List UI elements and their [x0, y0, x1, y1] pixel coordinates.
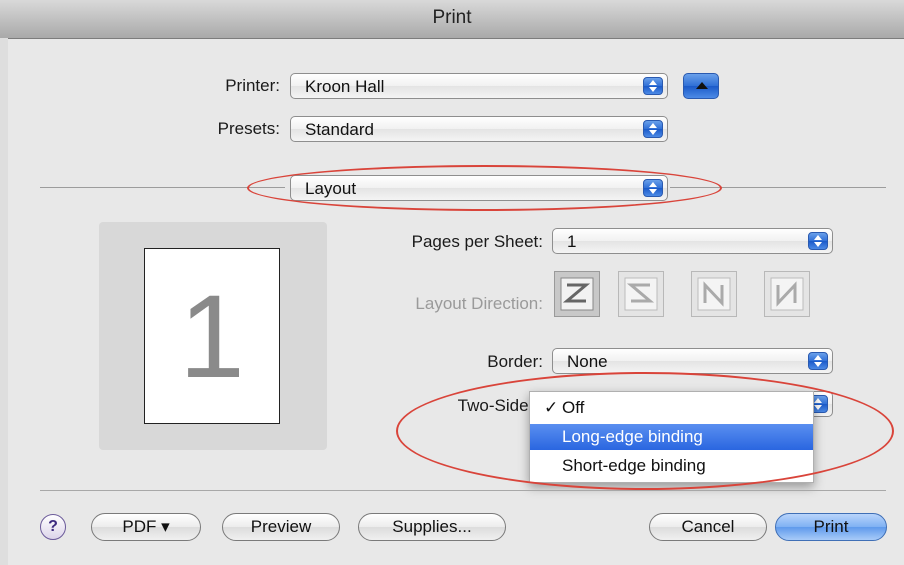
layout-direction-label: Layout Direction: — [415, 294, 543, 313]
printer-popup[interactable]: Kroon Hall — [290, 73, 668, 99]
section-value: Layout — [305, 179, 357, 198]
preview-button[interactable]: Preview — [222, 513, 340, 541]
menu-item-long-edge[interactable]: Long-edge binding — [530, 424, 813, 450]
pages-per-sheet-popup[interactable]: 1 — [552, 228, 833, 254]
supplies-button[interactable]: Supplies... — [358, 513, 506, 541]
menu-item-label: Long-edge binding — [562, 427, 703, 446]
printer-value: Kroon Hall — [305, 77, 385, 96]
layout-direction-n-button[interactable] — [691, 271, 737, 317]
presets-value: Standard — [305, 120, 374, 139]
presets-popup[interactable]: Standard — [290, 116, 668, 142]
separator-left — [40, 187, 285, 188]
popup-arrows-icon — [808, 232, 828, 250]
separator-right — [670, 187, 886, 188]
page-preview: 1 — [144, 248, 280, 424]
layout-direction-z-button[interactable] — [554, 271, 600, 317]
popup-arrows-icon — [643, 120, 663, 138]
print-button[interactable]: Print — [775, 513, 887, 541]
two-sided-menu: ✓ Off Long-edge binding Short-edge bindi… — [529, 391, 814, 483]
menu-item-label: Short-edge binding — [562, 456, 706, 475]
menu-item-short-edge[interactable]: Short-edge binding — [530, 453, 813, 479]
section-popup[interactable]: Layout — [290, 175, 668, 201]
layout-z-icon — [560, 277, 594, 311]
popup-arrows-icon — [643, 179, 663, 197]
layout-direction-reverse-n-button[interactable] — [764, 271, 810, 317]
title-bar: Print — [0, 0, 904, 39]
presets-label: Presets: — [217, 119, 280, 138]
two-sided-label: Two-Sided — [457, 396, 538, 415]
border-label: Border: — [487, 352, 543, 371]
layout-n-icon — [697, 277, 731, 311]
layout-reverse-z-icon — [624, 277, 658, 311]
checkmark-icon: ✓ — [544, 398, 559, 417]
printer-label: Printer: — [225, 76, 280, 95]
pages-per-sheet-label: Pages per Sheet: — [411, 232, 543, 251]
menu-item-label: Off — [562, 398, 585, 417]
border-value: None — [567, 352, 608, 371]
border-popup[interactable]: None — [552, 348, 833, 374]
cancel-button[interactable]: Cancel — [649, 513, 767, 541]
pdf-button[interactable]: PDF ▾ — [91, 513, 201, 541]
popup-arrows-icon — [643, 77, 663, 95]
layout-reverse-n-icon — [770, 277, 804, 311]
collapse-details-button[interactable] — [683, 73, 719, 99]
window-edge — [0, 38, 8, 565]
pages-per-sheet-value: 1 — [567, 232, 577, 251]
menu-item-off[interactable]: ✓ Off — [530, 395, 813, 421]
bottom-separator — [40, 490, 886, 491]
popup-arrows-icon — [808, 352, 828, 370]
page-number: 1 — [179, 271, 245, 403]
window-title: Print — [432, 7, 472, 28]
layout-direction-reverse-z-button[interactable] — [618, 271, 664, 317]
help-button[interactable]: ? — [40, 514, 66, 540]
